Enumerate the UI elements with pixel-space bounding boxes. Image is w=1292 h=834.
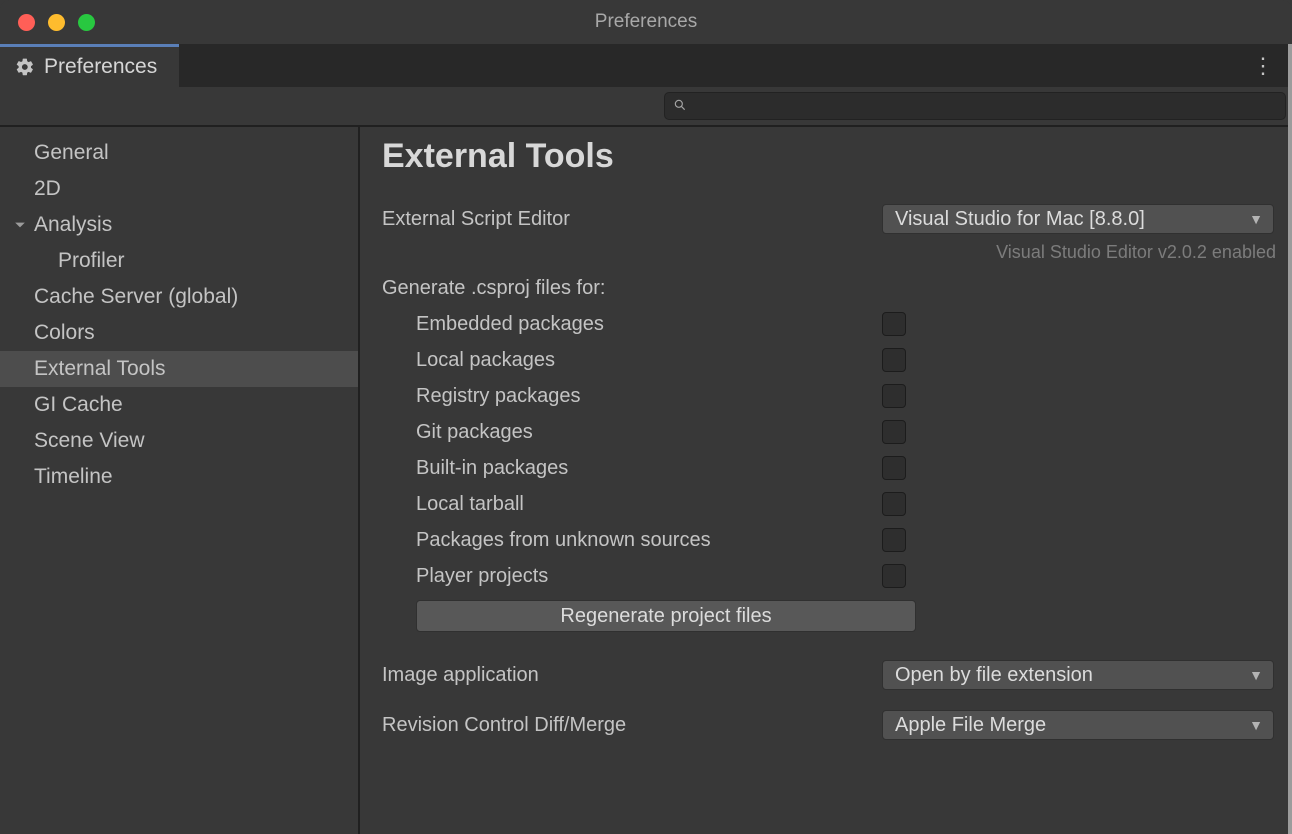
checkbox-unknown-packages[interactable] — [882, 528, 906, 552]
sidebar: General 2D Analysis Profiler Cache Serve… — [0, 127, 360, 834]
minimize-window-button[interactable] — [48, 14, 65, 31]
sidebar-item-colors[interactable]: Colors — [0, 315, 358, 351]
search-input[interactable] — [693, 97, 1277, 115]
traffic-lights — [0, 14, 95, 31]
label-revision-control: Revision Control Diff/Merge — [382, 714, 882, 737]
label-unknown-packages: Packages from unknown sources — [382, 529, 882, 552]
dropdown-value: Open by file extension — [895, 664, 1093, 687]
row-image-application: Image application Open by file extension… — [382, 656, 1278, 694]
sidebar-item-external-tools[interactable]: External Tools — [0, 351, 358, 387]
chevron-down-icon — [12, 219, 28, 231]
row-embedded-packages: Embedded packages — [382, 306, 1278, 342]
close-window-button[interactable] — [18, 14, 35, 31]
checkbox-local-tarball[interactable] — [882, 492, 906, 516]
checkbox-embedded-packages[interactable] — [882, 312, 906, 336]
button-label: Regenerate project files — [560, 605, 771, 628]
sidebar-item-analysis[interactable]: Analysis — [0, 207, 358, 243]
maximize-window-button[interactable] — [78, 14, 95, 31]
label-registry-packages: Registry packages — [382, 385, 882, 408]
row-external-script-editor: External Script Editor Visual Studio for… — [382, 200, 1278, 238]
page-title: External Tools — [382, 137, 1278, 176]
chevron-down-icon: ▼ — [1249, 717, 1263, 733]
content-panel: External Tools External Script Editor Vi… — [360, 127, 1292, 834]
row-player-projects: Player projects — [382, 558, 1278, 594]
toolbar — [0, 87, 1292, 125]
sidebar-item-label: GI Cache — [34, 390, 123, 420]
label-git-packages: Git packages — [382, 421, 882, 444]
chevron-down-icon: ▼ — [1249, 667, 1263, 683]
body: General 2D Analysis Profiler Cache Serve… — [0, 125, 1292, 834]
sidebar-item-profiler[interactable]: Profiler — [0, 243, 358, 279]
window-resize-handle[interactable] — [1288, 44, 1292, 834]
sidebar-item-label: Timeline — [34, 462, 113, 492]
search-field[interactable] — [664, 92, 1286, 120]
sidebar-item-label: Cache Server (global) — [34, 282, 238, 312]
sidebar-item-timeline[interactable]: Timeline — [0, 459, 358, 495]
label-local-packages: Local packages — [382, 349, 882, 372]
row-registry-packages: Registry packages — [382, 378, 1278, 414]
search-icon — [673, 98, 687, 115]
chevron-down-icon: ▼ — [1249, 211, 1263, 227]
checkbox-registry-packages[interactable] — [882, 384, 906, 408]
label-image-application: Image application — [382, 664, 882, 687]
row-builtin-packages: Built-in packages — [382, 450, 1278, 486]
label-embedded-packages: Embedded packages — [382, 313, 882, 336]
sidebar-item-scene-view[interactable]: Scene View — [0, 423, 358, 459]
sidebar-item-label: 2D — [34, 174, 61, 204]
sidebar-item-2d[interactable]: 2D — [0, 171, 358, 207]
row-revision-control: Revision Control Diff/Merge Apple File M… — [382, 706, 1278, 744]
sidebar-item-label: Colors — [34, 318, 95, 348]
titlebar: Preferences — [0, 0, 1292, 44]
sidebar-item-label: Profiler — [58, 246, 125, 276]
checkbox-player-projects[interactable] — [882, 564, 906, 588]
tab-bar: Preferences ⋮ — [0, 44, 1292, 87]
window-title: Preferences — [0, 11, 1292, 33]
checkbox-local-packages[interactable] — [882, 348, 906, 372]
preferences-window: Preferences Preferences ⋮ General 2D — [0, 0, 1292, 834]
sidebar-item-general[interactable]: General — [0, 135, 358, 171]
csproj-section-label: Generate .csproj files for: — [382, 271, 1278, 306]
dropdown-external-script-editor[interactable]: Visual Studio for Mac [8.8.0] ▼ — [882, 204, 1274, 234]
dropdown-image-application[interactable]: Open by file extension ▼ — [882, 660, 1274, 690]
label-local-tarball: Local tarball — [382, 493, 882, 516]
label-builtin-packages: Built-in packages — [382, 457, 882, 480]
label-player-projects: Player projects — [382, 565, 882, 588]
row-unknown-packages: Packages from unknown sources — [382, 522, 1278, 558]
sidebar-item-cache-server[interactable]: Cache Server (global) — [0, 279, 358, 315]
sidebar-item-gi-cache[interactable]: GI Cache — [0, 387, 358, 423]
sidebar-item-label: General — [34, 138, 109, 168]
label-external-script-editor: External Script Editor — [382, 208, 882, 231]
sidebar-item-label: Scene View — [34, 426, 145, 456]
row-local-tarball: Local tarball — [382, 486, 1278, 522]
checkbox-builtin-packages[interactable] — [882, 456, 906, 480]
tab-label: Preferences — [44, 55, 157, 79]
kebab-icon: ⋮ — [1252, 53, 1274, 79]
sidebar-item-label: Analysis — [34, 210, 112, 240]
tab-preferences[interactable]: Preferences — [0, 44, 179, 87]
row-git-packages: Git packages — [382, 414, 1278, 450]
script-editor-helper-text: Visual Studio Editor v2.0.2 enabled — [382, 238, 1278, 271]
dropdown-value: Visual Studio for Mac [8.8.0] — [895, 208, 1145, 231]
gear-icon — [14, 56, 36, 78]
tab-context-menu-button[interactable]: ⋮ — [1244, 44, 1282, 87]
dropdown-value: Apple File Merge — [895, 714, 1046, 737]
regenerate-project-files-button[interactable]: Regenerate project files — [416, 600, 916, 632]
dropdown-revision-control[interactable]: Apple File Merge ▼ — [882, 710, 1274, 740]
sidebar-item-label: External Tools — [34, 354, 166, 384]
checkbox-git-packages[interactable] — [882, 420, 906, 444]
row-local-packages: Local packages — [382, 342, 1278, 378]
